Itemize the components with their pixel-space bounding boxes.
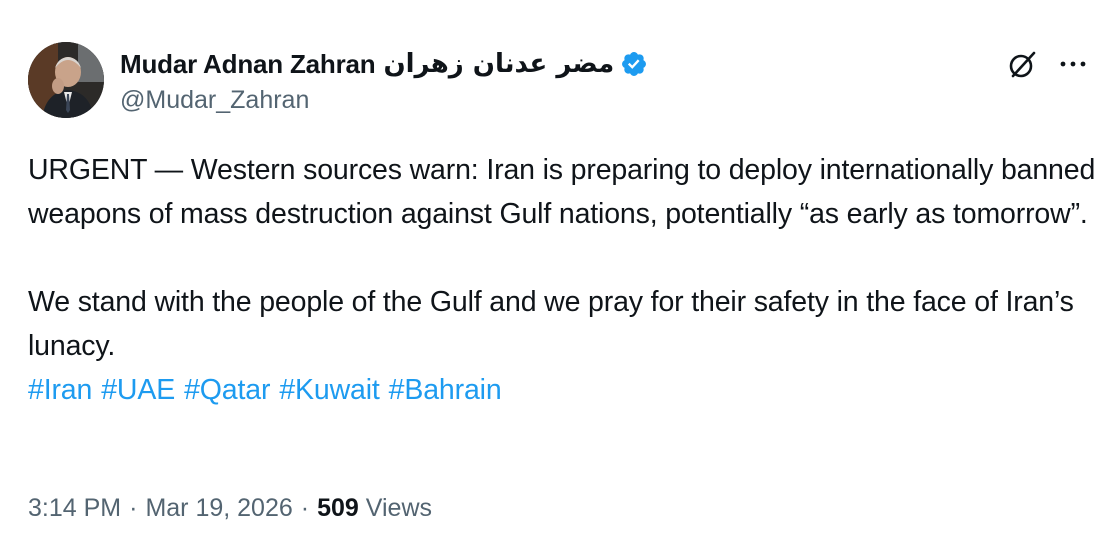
author-name-row: Mudar Adnan Zahran مضر عدنان زهران (120, 48, 648, 80)
avatar[interactable] (28, 42, 104, 118)
meta-separator: · (129, 494, 138, 522)
display-name[interactable]: Mudar Adnan Zahran (120, 49, 376, 80)
hashtag-link[interactable]: #Iran (28, 374, 92, 406)
hashtag-link[interactable]: #UAE (101, 374, 175, 406)
tweet-paragraph: URGENT — Western sources warn: Iran is p… (28, 154, 1096, 230)
verified-badge-icon[interactable] (620, 50, 648, 78)
hashtag-list: #Iran #UAE #Qatar #Kuwait #Bahrain (28, 368, 1098, 412)
tweet-time[interactable]: 3:14 PM (28, 494, 121, 522)
tweet-card: Mudar Adnan Zahran مضر عدنان زهران @Muda… (0, 0, 1118, 546)
hashtag-link[interactable]: #Kuwait (279, 374, 379, 406)
tweet-date[interactable]: Mar 19, 2026 (145, 494, 292, 522)
views-count: 509 (317, 494, 359, 522)
tweet-text: URGENT — Western sources warn: Iran is p… (28, 148, 1098, 412)
meta-separator: · (300, 494, 310, 522)
hashtag-link[interactable]: #Qatar (184, 374, 270, 406)
more-options-icon[interactable] (1058, 52, 1088, 76)
grok-icon[interactable] (1005, 48, 1039, 82)
tweet-paragraph: We stand with the people of the Gulf and… (28, 286, 1074, 362)
author-handle[interactable]: @Mudar_Zahran (120, 86, 309, 115)
display-name-arabic[interactable]: مضر عدنان زهران (383, 49, 614, 79)
avatar-image (28, 42, 104, 118)
views-label: Views (365, 494, 433, 522)
hashtag-link[interactable]: #Bahrain (389, 374, 502, 406)
tweet-meta: 3:14 PM · Mar 19, 2026 · 509 Views (28, 494, 432, 523)
